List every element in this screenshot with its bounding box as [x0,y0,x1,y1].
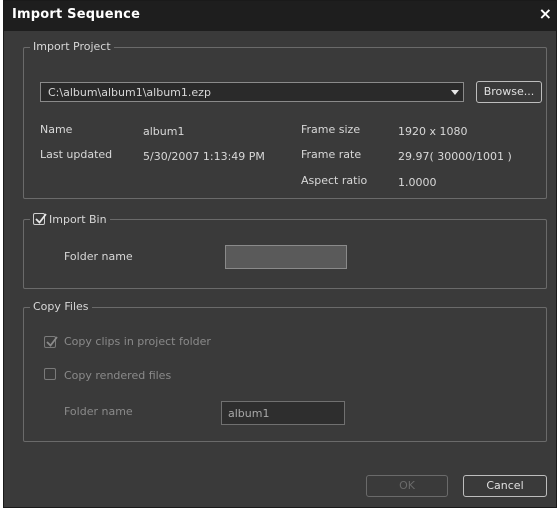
copy-files-legend: Copy Files [30,299,92,315]
copy-files-folder-value: album1 [228,407,270,420]
name-label: Name [40,123,73,136]
cancel-button-label: Cancel [486,479,524,492]
import-bin-folder-input[interactable] [225,245,347,269]
dialog-title: Import Sequence [12,7,141,22]
frame-size-label: Frame size [301,123,361,136]
copy-files-group: Copy Files Copy clips in project folder … [23,299,547,442]
import-project-legend: Import Project [30,39,114,55]
import-bin-group: Import Bin Folder name [23,211,547,289]
last-updated-value: 5/30/2007 1:13:49 PM [143,150,265,163]
copy-clips-label: Copy clips in project folder [64,335,211,348]
frame-rate-label: Frame rate [301,148,362,161]
project-path-value: C:\album\album1\album1.ezp [48,86,211,99]
import-bin-legend[interactable]: Import Bin [30,211,110,228]
ok-button-label: OK [399,479,415,492]
import-sequence-dialog: Import Sequence × Import Project C:\albu… [3,0,557,508]
checkmark-icon [46,336,58,347]
copy-files-folder-label: Folder name [64,405,133,418]
chevron-down-icon [451,90,459,95]
title-bar: Import Sequence × [4,1,556,31]
browse-button-label: Browse... [483,85,535,98]
project-path-dropdown[interactable]: C:\album\album1\album1.ezp [40,82,464,102]
close-icon[interactable]: × [539,4,552,24]
ok-button[interactable]: OK [366,475,448,497]
name-value: album1 [143,125,185,138]
import-bin-checkbox[interactable] [33,213,47,225]
checkmark-icon [35,213,47,224]
cancel-button[interactable]: Cancel [463,475,547,497]
copy-rendered-checkbox[interactable] [44,368,56,380]
frame-size-value: 1920 x 1080 [398,125,468,138]
copy-files-folder-input[interactable]: album1 [221,401,345,425]
aspect-ratio-value: 1.0000 [398,176,437,189]
frame-rate-value: 29.97( 30000/1001 ) [398,150,512,163]
last-updated-label: Last updated [40,148,113,161]
import-bin-label: Import Bin [49,213,107,226]
import-bin-folder-label: Folder name [64,250,133,263]
browse-button[interactable]: Browse... [476,81,542,103]
copy-rendered-label: Copy rendered files [64,369,172,382]
copy-clips-checkbox[interactable] [44,336,58,348]
import-project-group: Import Project C:\album\album1\album1.ez… [23,39,547,199]
aspect-ratio-label: Aspect ratio [301,174,368,187]
